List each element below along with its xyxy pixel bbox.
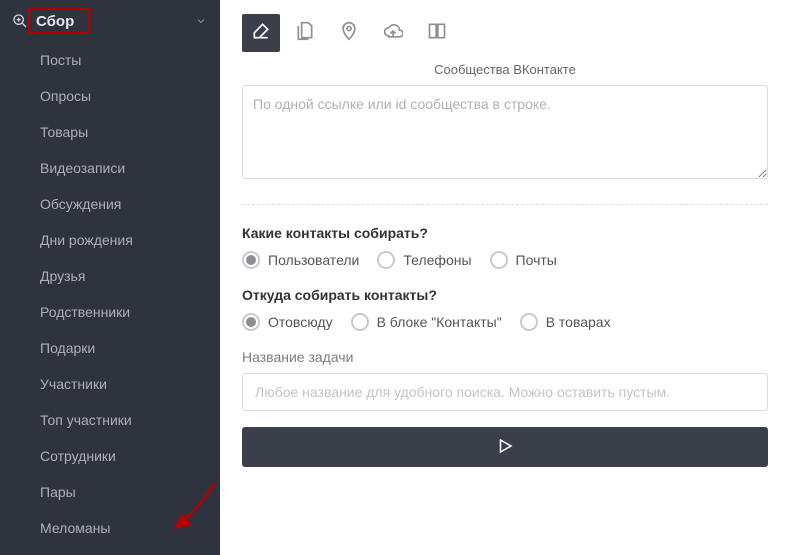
radio-label: Отовсюду xyxy=(268,314,333,330)
zoom-icon xyxy=(10,11,30,31)
sidebar-header[interactable]: Сбор xyxy=(0,0,220,42)
sidebar-item[interactable]: Топ участники xyxy=(0,402,220,438)
section-label: Сообщества ВКонтакте xyxy=(242,62,768,77)
question-contacts-type: Какие контакты собирать? xyxy=(242,225,768,241)
sidebar-item[interactable]: Меломаны xyxy=(0,510,220,546)
communities-textarea[interactable] xyxy=(242,85,768,179)
sidebar-item[interactable]: Посты xyxy=(0,42,220,78)
radio-dot-icon xyxy=(377,251,395,269)
radio-group-contacts-source: Отовсюду В блоке "Контакты" В товарах xyxy=(242,313,768,331)
book-icon xyxy=(427,21,447,46)
sidebar-item[interactable]: Пары xyxy=(0,474,220,510)
radio-label: В блоке "Контакты" xyxy=(377,314,502,330)
play-icon xyxy=(496,437,514,458)
files-icon xyxy=(295,21,315,46)
sidebar-title: Сбор xyxy=(36,13,74,30)
task-name-input[interactable] xyxy=(242,373,768,411)
location-icon xyxy=(339,21,359,46)
radio-dot-icon xyxy=(351,313,369,331)
radio-label: Пользователи xyxy=(268,252,359,268)
edit-icon xyxy=(251,21,271,46)
sidebar-item[interactable]: Дни рождения xyxy=(0,222,220,258)
radio-label: Почты xyxy=(516,252,557,268)
sidebar-item[interactable]: Обсуждения xyxy=(0,186,220,222)
sidebar-item[interactable]: Видеозаписи xyxy=(0,150,220,186)
sidebar-item[interactable]: Друзья xyxy=(0,258,220,294)
sidebar-item[interactable]: Родственники xyxy=(0,294,220,330)
sidebar-item[interactable]: Товары xyxy=(0,114,220,150)
sidebar-list: Посты Опросы Товары Видеозаписи Обсужден… xyxy=(0,42,220,555)
run-button[interactable] xyxy=(242,427,768,467)
main-panel: Сообщества ВКонтакте Какие контакты соби… xyxy=(220,0,790,555)
sidebar-item[interactable]: Подарки xyxy=(0,330,220,366)
radio-emails[interactable]: Почты xyxy=(490,251,557,269)
tab-edit[interactable] xyxy=(242,14,280,52)
cloud-upload-icon xyxy=(383,21,403,46)
divider xyxy=(242,204,768,205)
task-name-label: Название задачи xyxy=(242,349,768,365)
radio-group-contacts-type: Пользователи Телефоны Почты xyxy=(242,251,768,269)
sidebar-item-contacts[interactable]: Контакты сообществ xyxy=(0,546,220,555)
tab-location[interactable] xyxy=(330,14,368,52)
tab-book[interactable] xyxy=(418,14,456,52)
chevron-down-icon xyxy=(192,12,210,30)
tab-cloud[interactable] xyxy=(374,14,412,52)
radio-dot-icon xyxy=(520,313,538,331)
sidebar-item[interactable]: Участники xyxy=(0,366,220,402)
sidebar: Сбор Посты Опросы Товары Видеозаписи Обс… xyxy=(0,0,220,555)
question-contacts-source: Откуда собирать контакты? xyxy=(242,287,768,303)
sidebar-item[interactable]: Сотрудники xyxy=(0,438,220,474)
radio-label: В товарах xyxy=(546,314,611,330)
tab-files[interactable] xyxy=(286,14,324,52)
sidebar-item[interactable]: Опросы xyxy=(0,78,220,114)
radio-dot-icon xyxy=(490,251,508,269)
radio-goods[interactable]: В товарах xyxy=(520,313,611,331)
radio-everywhere[interactable]: Отовсюду xyxy=(242,313,333,331)
radio-users[interactable]: Пользователи xyxy=(242,251,359,269)
tab-bar xyxy=(242,14,768,52)
radio-dot-icon xyxy=(242,313,260,331)
radio-label: Телефоны xyxy=(403,252,471,268)
radio-contacts-block[interactable]: В блоке "Контакты" xyxy=(351,313,502,331)
radio-phones[interactable]: Телефоны xyxy=(377,251,471,269)
radio-dot-icon xyxy=(242,251,260,269)
